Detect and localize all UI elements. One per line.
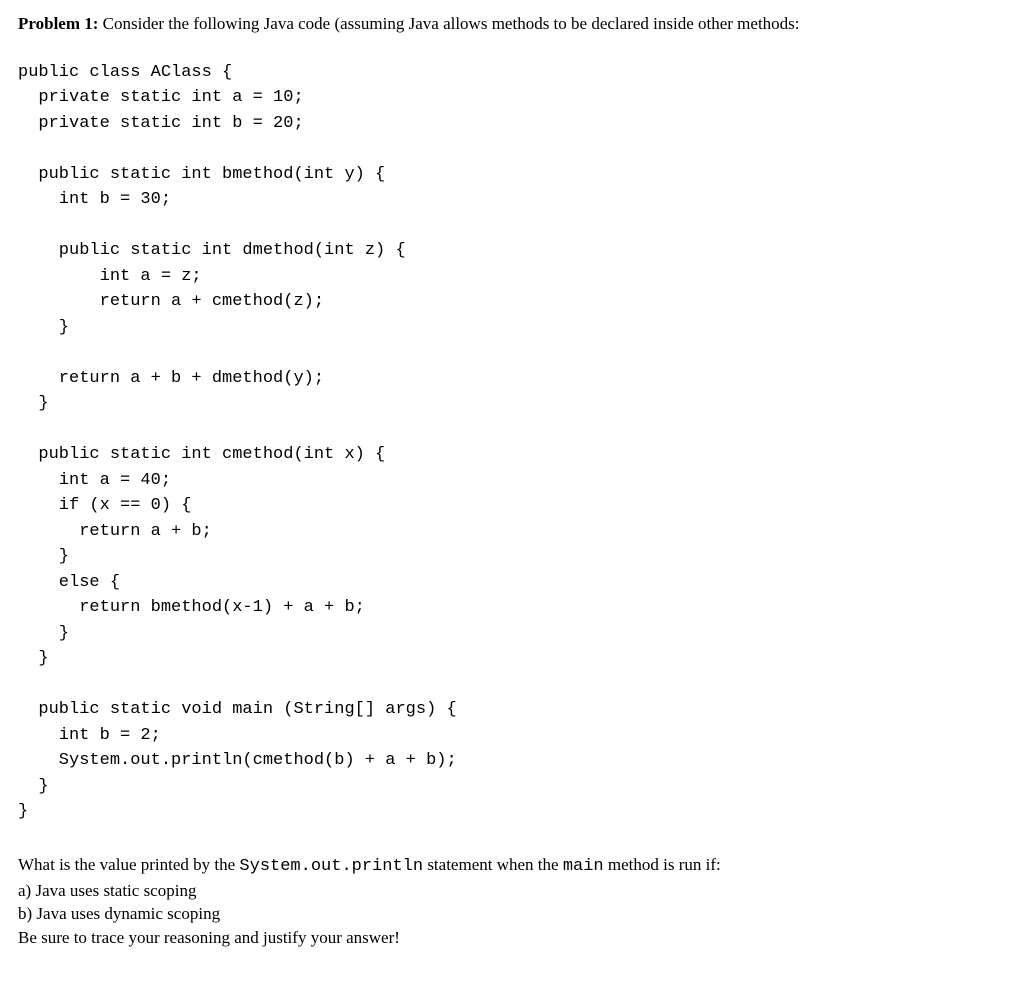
question-intro: What is the value printed by the System.… [18,853,1006,879]
question-block: What is the value printed by the System.… [18,853,1006,950]
code-main: main [563,857,604,876]
code-println: System.out.println [239,857,423,876]
question-closing: Be sure to trace your reasoning and just… [18,926,1006,950]
problem-header: Problem 1: Consider the following Java c… [18,12,1006,36]
code-block: public class AClass { private static int… [18,60,1006,825]
question-intro-suffix: method is run if: [604,855,721,874]
question-part-a: a) Java uses static scoping [18,879,1006,903]
problem-intro-text: Consider the following Java code (assumi… [98,14,799,33]
question-intro-prefix: What is the value printed by the [18,855,239,874]
question-part-b: b) Java uses dynamic scoping [18,902,1006,926]
question-intro-mid: statement when the [423,855,563,874]
problem-label: Problem 1: [18,14,98,33]
